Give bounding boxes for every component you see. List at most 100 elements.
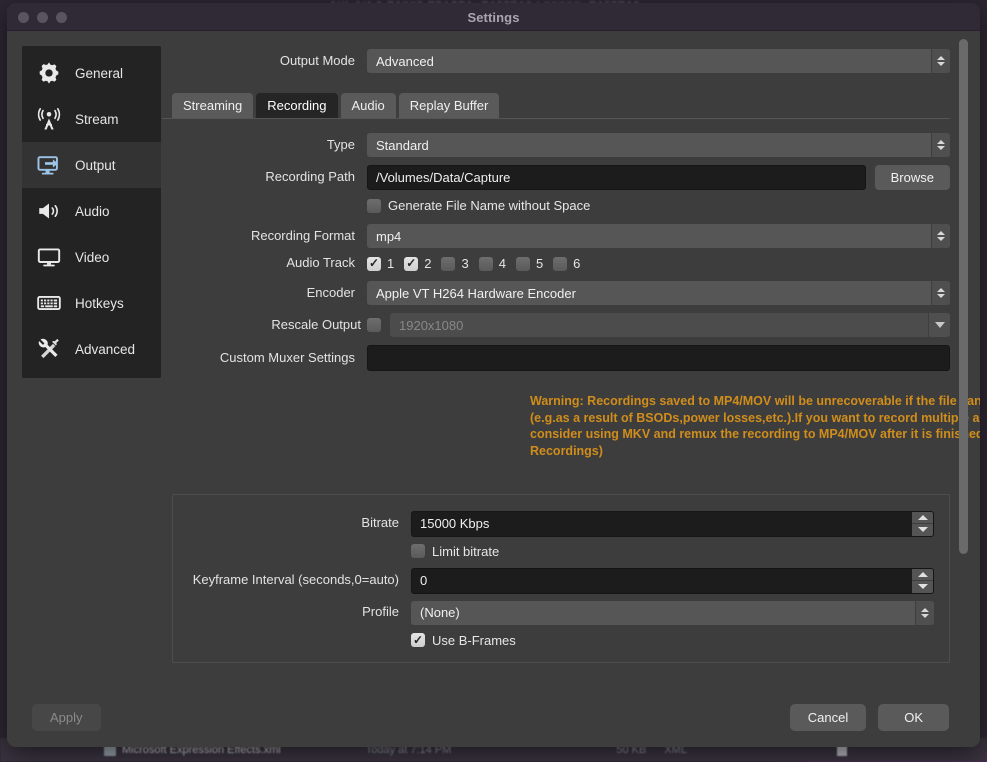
window-title: Settings: [467, 10, 520, 25]
type-row: Type Standard: [162, 133, 950, 157]
tab-recording[interactable]: Recording: [256, 93, 338, 118]
recording-format-value: mp4: [376, 228, 402, 244]
keyboard-icon: [34, 288, 64, 318]
output-mode-value: Advanced: [376, 53, 434, 69]
bitrate-value: 15000 Kbps: [420, 516, 490, 531]
sidebar-item-label: General: [75, 65, 124, 81]
audio-track-5-checkbox[interactable]: ✓ 5: [515, 256, 543, 271]
bitrate-stepper[interactable]: [912, 511, 933, 536]
encoder-settings-group: Bitrate 15000 Kbps Limit bitrate Keyfram…: [172, 493, 950, 663]
audio-track-6-checkbox[interactable]: ✓ 6: [553, 256, 580, 271]
stepper-up-icon[interactable]: [912, 512, 933, 524]
recording-format-row: Recording Format mp4: [162, 224, 950, 248]
ok-button[interactable]: OK: [878, 703, 949, 731]
generate-no-space-label: Generate File Name without Space: [388, 198, 591, 213]
sidebar-item-output[interactable]: Output: [22, 142, 161, 188]
output-monitor-icon: [34, 150, 64, 180]
recording-path-input[interactable]: /Volumes/Data/Capture: [367, 165, 866, 190]
limit-bitrate-checkbox[interactable]: ✓ Limit bitrate: [411, 544, 499, 559]
sidebar-item-video[interactable]: Video: [22, 234, 161, 280]
sidebar-item-label: Hotkeys: [75, 295, 124, 311]
audio-track-checkbox-group: ✓ 1 ✓ 2 ✓ 3 ✓: [367, 256, 590, 271]
profile-row: Profile (None): [173, 600, 934, 625]
chevron-updown-icon[interactable]: [931, 281, 950, 305]
sidebar-item-label: Stream: [75, 111, 119, 127]
recording-path-label: Recording Path: [265, 169, 355, 185]
tab-audio[interactable]: Audio: [340, 93, 396, 118]
stepper-down-icon[interactable]: [912, 581, 933, 593]
chevron-down-icon[interactable]: [928, 313, 950, 337]
profile-label: Profile: [362, 604, 399, 620]
audio-track-1-checkbox[interactable]: ✓ 1: [367, 256, 394, 271]
sidebar-item-label: Audio: [75, 203, 110, 219]
speaker-icon: [34, 196, 64, 226]
dialog-body: General Stream Output Audio Video Hotkey…: [7, 31, 980, 687]
keyframe-interval-spinbox[interactable]: 0: [411, 567, 934, 594]
sidebar-item-hotkeys[interactable]: Hotkeys: [22, 280, 161, 326]
chevron-updown-icon[interactable]: [931, 224, 950, 248]
sidebar-item-label: Video: [75, 249, 110, 265]
chevron-updown-icon[interactable]: [915, 600, 934, 625]
type-combobox[interactable]: Standard: [367, 133, 950, 157]
scrollbar-thumb[interactable]: [959, 39, 968, 554]
encoder-label: Encoder: [306, 284, 355, 300]
custom-muxer-row: Custom Muxer Settings: [162, 345, 950, 371]
rescale-output-checkbox[interactable]: ✓: [367, 318, 381, 332]
custom-muxer-input[interactable]: [367, 345, 950, 371]
sidebar-item-stream[interactable]: Stream: [22, 96, 161, 142]
title-bar: Settings: [7, 3, 980, 31]
audio-track-3-label: 3: [461, 256, 469, 271]
stepper-up-icon[interactable]: [912, 569, 933, 581]
checkbox-box: ✓: [367, 256, 381, 271]
recording-format-label: Recording Format: [250, 227, 355, 243]
browse-button[interactable]: Browse: [874, 165, 950, 190]
profile-combobox[interactable]: (None): [411, 600, 934, 625]
encoder-combobox[interactable]: Apple VT H264 Hardware Encoder: [367, 281, 950, 305]
generate-no-space-checkbox[interactable]: ✓ Generate File Name without Space: [367, 198, 590, 213]
output-mode-combobox[interactable]: Advanced: [367, 49, 950, 73]
limit-bitrate-label: Limit bitrate: [432, 543, 500, 559]
rescale-resolution-combobox[interactable]: 1920x1080: [390, 313, 950, 337]
sidebar-item-audio[interactable]: Audio: [22, 188, 161, 234]
stepper-down-icon[interactable]: [912, 524, 933, 536]
checkbox-box: ✓: [515, 256, 530, 271]
bitrate-row: Bitrate 15000 Kbps: [173, 510, 934, 537]
audio-track-2-label: 2: [424, 256, 432, 271]
sidebar-item-general[interactable]: General: [22, 50, 161, 96]
sidebar: General Stream Output Audio Video Hotkey…: [7, 31, 162, 687]
custom-muxer-label: Custom Muxer Settings: [219, 349, 355, 365]
audio-track-6-label: 6: [573, 256, 581, 271]
use-bframes-row: ✓ Use B-Frames: [173, 633, 934, 648]
recording-format-combobox[interactable]: mp4: [367, 224, 950, 248]
keyframe-stepper[interactable]: [912, 568, 933, 593]
checkbox-box: ✓: [478, 256, 493, 271]
chevron-updown-icon[interactable]: [931, 49, 950, 73]
audio-track-4-checkbox[interactable]: ✓ 4: [478, 256, 506, 271]
sidebar-item-label: Output: [75, 157, 116, 173]
encoder-value: Apple VT H264 Hardware Encoder: [376, 285, 576, 301]
tools-icon: [34, 334, 64, 364]
chevron-updown-icon[interactable]: [931, 133, 950, 157]
output-tabs: Streaming Recording Audio Replay Buffer: [162, 93, 950, 119]
checkbox-box: ✓: [411, 632, 425, 647]
cancel-button[interactable]: Cancel: [789, 703, 867, 731]
settings-scroll-area: Output Mode Advanced Streaming Recording: [162, 31, 980, 687]
audio-track-row: Audio Track ✓ 1 ✓ 2 ✓: [162, 256, 950, 271]
bitrate-spinbox[interactable]: 15000 Kbps: [411, 510, 934, 537]
audio-track-2-checkbox[interactable]: ✓ 2: [404, 256, 431, 271]
sidebar-list: General Stream Output Audio Video Hotkey…: [22, 46, 161, 378]
use-bframes-checkbox[interactable]: ✓ Use B-Frames: [411, 633, 516, 648]
use-bframes-label: Use B-Frames: [432, 632, 516, 648]
main-panel: Output Mode Advanced Streaming Recording: [162, 31, 980, 687]
audio-track-3-checkbox[interactable]: ✓ 3: [441, 256, 469, 271]
output-mode-label: Output Mode: [279, 52, 355, 68]
checkbox-box: ✓: [441, 256, 456, 271]
sidebar-item-advanced[interactable]: Advanced: [22, 326, 161, 372]
apply-button[interactable]: Apply: [32, 703, 101, 731]
rescale-resolution-value: 1920x1080: [399, 317, 464, 333]
vertical-scrollbar[interactable]: [959, 39, 968, 554]
tab-streaming[interactable]: Streaming: [172, 93, 254, 118]
keyframe-interval-label: Keyframe Interval (seconds,0=auto): [192, 572, 399, 588]
tab-replay-buffer[interactable]: Replay Buffer: [398, 93, 500, 118]
dialog-footer: Apply Cancel OK: [7, 687, 980, 747]
